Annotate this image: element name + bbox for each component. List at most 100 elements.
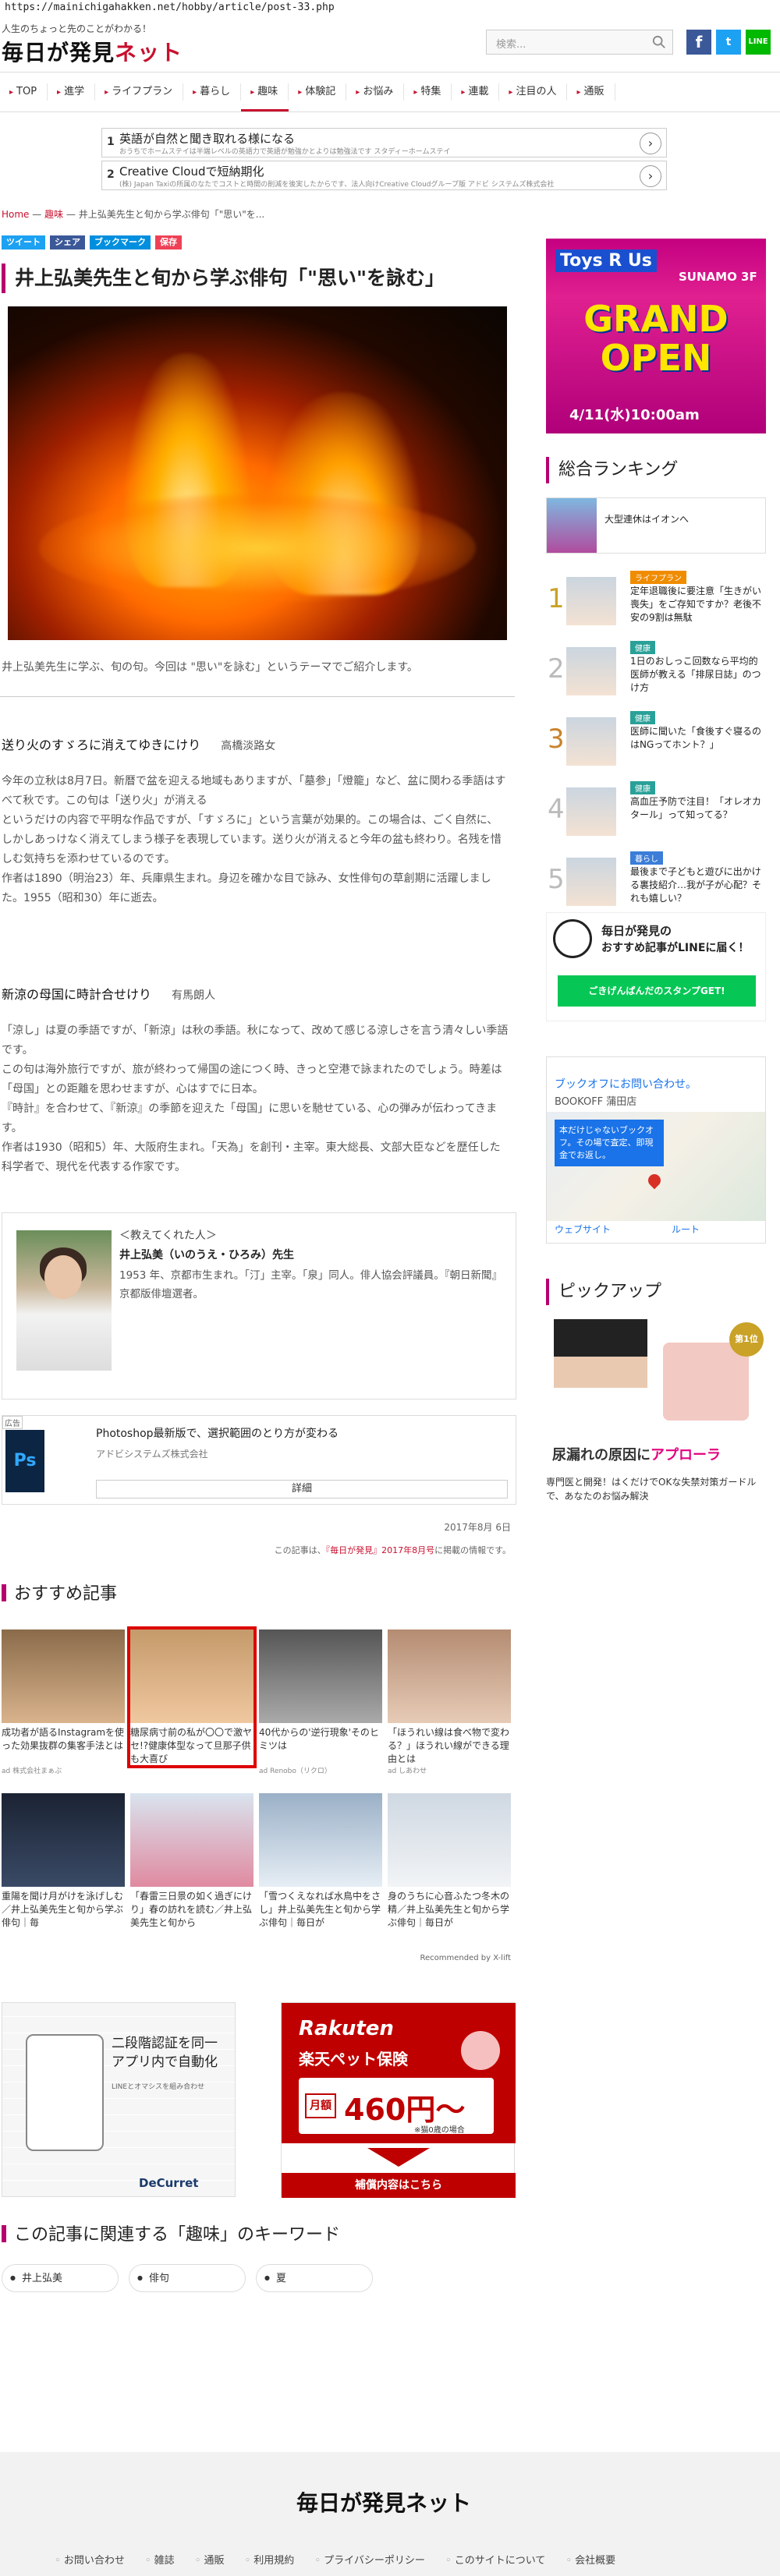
search-placeholder: 検索... <box>496 39 526 51</box>
keyword-tag[interactable]: 夏 <box>256 2264 373 2292</box>
hero-image-fire <box>8 306 507 640</box>
nav-item[interactable]: お悩み <box>346 73 405 111</box>
text-ad-1[interactable]: 1 英語が自然と聞き取れる様になる おうちでホームステイは半端レベルの英語力で英… <box>101 128 667 157</box>
haiku-2: 新涼の母国に時計合せけり 有馬朗人 <box>2 984 215 1003</box>
ranking-item[interactable]: 3 健康 医師に聞いた「食後すぐ寝るのはNGってホント？」 <box>546 709 766 778</box>
map-sub: BOOKOFF 蒲田店 <box>555 1096 637 1108</box>
ranking-item[interactable]: 1 ライフプラン 定年退職後に要注意「生きがい喪失」をご存知ですか？老後不安の9割は… <box>546 569 766 638</box>
ad-detail-button[interactable]: 詳細 <box>96 1480 508 1499</box>
recommend-thumbnail <box>388 1629 511 1723</box>
map-image[interactable]: 本だけじゃないブックオフ。その場で査定、即現金でお返し。 <box>547 1112 765 1221</box>
category-badge: 健康 <box>630 781 655 794</box>
decurret-ad[interactable]: 二段階認証を同一アプリ内で自動化 LINEとオマシスを組み合わせ DeCurre… <box>2 2002 236 2197</box>
author-photo <box>16 1230 112 1371</box>
photoshop-ad[interactable]: 広告 Ps Photoshop最新版で、選択範囲のとり方が変わる アドビシステム… <box>2 1415 516 1505</box>
recommend-text: 成功者が語るInstagramを使った効果抜群の集客手法とは <box>2 1727 125 1751</box>
line-banner[interactable]: 毎日が発見の おすすめ記事がLINEに届く！ ごきげんぱんだのスタンプGET! <box>546 912 766 1021</box>
recommend-thumbnail <box>130 1793 254 1887</box>
facebook-share-button[interactable]: シェア <box>50 235 85 249</box>
nav-item[interactable]: ライフプラン <box>95 73 184 111</box>
recommend-card[interactable]: 糖尿病寸前の私が〇〇で激ヤセ!?健康体型なって旦那子供も大喜び <box>127 1626 257 1768</box>
recommend-card[interactable]: 「ほうれい線は食べ物で変わる？」ほうれい線ができる理由とは ad しあわせ <box>388 1629 511 1775</box>
source-link[interactable]: 『毎日が発見』2017年8月号 <box>326 1545 435 1555</box>
ad-brand: Rakuten <box>299 2017 394 2040</box>
keyword-tag[interactable]: 俳句 <box>129 2264 246 2292</box>
recommend-card[interactable]: 成功者が語るInstagramを使った効果抜群の集客手法とは ad 株式会社まぁぶ <box>2 1629 125 1775</box>
ranking-number: 4 <box>548 794 565 825</box>
rank-badge: 第1位 <box>729 1322 764 1357</box>
nav-item[interactable]: 注目の人 <box>499 73 568 111</box>
rakuten-pet-ad[interactable]: Rakuten 楽天ペット保険 月額 460円〜 ※猫0歳の場合 補償内容はこち… <box>281 2002 516 2198</box>
article-date: 2017年8月 6日 <box>444 1522 511 1533</box>
category-badge: 暮らし <box>630 851 663 865</box>
recommend-card[interactable]: 身のうちに心音ふたつ冬木の精／井上弘美先生と旬から学ぶ俳句｜毎日が <box>388 1793 511 1929</box>
nav-item[interactable]: 連載 <box>452 73 500 111</box>
footer-link[interactable]: 会社概要 <box>566 2552 615 2567</box>
toysrus-ad[interactable]: Toys R Us SUNAMO 3F GRAND OPEN 4/11(水)10… <box>546 239 766 433</box>
footer-link[interactable]: プライバシーポリシー <box>314 2552 425 2567</box>
pickup-ad[interactable]: 第1位 尿漏れの原因にアプローラ <box>546 1319 766 1463</box>
logo-main: 毎日が発見 <box>2 40 115 65</box>
chevron-right-icon[interactable]: › <box>640 133 661 154</box>
ranking-item[interactable]: 4 健康 高血圧予防で注目！「オレオカタール」って知ってる？ <box>546 780 766 848</box>
footer-link[interactable]: このサイトについて <box>445 2552 546 2567</box>
hatena-bookmark-button[interactable]: ブックマーク <box>90 235 151 249</box>
breadcrumb-sep: — <box>66 209 76 220</box>
nav-item[interactable]: 通販 <box>567 73 615 111</box>
nav-item[interactable]: 趣味 <box>241 73 289 111</box>
pocket-button[interactable]: 保存 <box>155 235 182 249</box>
browser-url[interactable]: https://mainichigahakken.net/hobby/artic… <box>0 0 780 17</box>
nav-item[interactable]: 特集 <box>404 73 452 111</box>
recommend-thumbnail <box>2 1793 125 1887</box>
site-footer: 毎日が発見ネット お問い合わせ 雑誌 通販 利用規約 プライバシーポリシー このサイトにつ… <box>0 2452 780 2576</box>
logo-accent: ネット <box>115 40 183 65</box>
keyword-tag[interactable]: 井上弘美 <box>2 2264 119 2292</box>
facebook-icon[interactable]: f <box>686 30 711 55</box>
ranking-ad[interactable]: 大型連休はイオンへ <box>546 497 766 554</box>
ad-cta-button[interactable]: 補償内容はこちら <box>282 2173 516 2198</box>
footer-logo[interactable]: 毎日が発見ネット <box>296 2486 471 2518</box>
recommend-text: 身のうちに心音ふたつ冬木の精／井上弘美先生と旬から学ぶ俳句｜毎日が <box>388 1891 510 1928</box>
line-sub: おすすめ記事がLINEに届く！ <box>601 942 750 954</box>
bookoff-map-ad[interactable]: ブックオフにお問い合わせ。 BOOKOFF 蒲田店 本だけじゃないブックオフ。そ… <box>546 1056 766 1244</box>
recommend-card[interactable]: 「春雷三日景の如く過ぎにけり」春の訪れを読む／井上弘美先生と旬から <box>130 1793 254 1929</box>
global-nav: TOP進学ライフプラン暮らし趣味体験記お悩み特集連載注目の人通販 <box>0 72 780 112</box>
ad-sub: SUNAMO 3F <box>679 270 757 284</box>
article-title: 井上弘美先生と旬から学ぶ俳句「"思い"を詠む」 <box>2 264 516 293</box>
ad-title: 二段階認証を同一アプリ内で自動化 <box>112 2036 218 2070</box>
nav-item[interactable]: 暮らし <box>183 73 242 111</box>
recommend-card[interactable]: 40代からの'逆行現象'そのヒミツは ad Renobo（リクロ） <box>259 1629 382 1775</box>
line-stamp-button[interactable]: ごきげんぱんだのスタンプGET! <box>558 975 756 1007</box>
text-ad-2[interactable]: 2 Creative Cloudで短納期化 (株) Japan Taxiの所属の… <box>101 161 667 190</box>
phone-icon <box>26 2034 104 2151</box>
search-icon[interactable] <box>652 35 666 49</box>
footer-link[interactable]: お問い合わせ <box>55 2552 125 2567</box>
footer-link[interactable]: 利用規約 <box>244 2552 294 2567</box>
website-button[interactable]: ウェブサイト <box>555 1223 611 1236</box>
twitter-icon[interactable]: t <box>716 30 741 55</box>
author-bio: 1953 年、京都市生まれ。「汀」主宰。「泉」同人。俳人協会評議員。『朝日新聞』… <box>119 1269 498 1300</box>
breadcrumb-home[interactable]: Home <box>2 209 29 220</box>
tweet-button[interactable]: ツイート <box>2 235 45 249</box>
chevron-right-icon[interactable]: › <box>640 165 661 187</box>
ranking-item[interactable]: 2 健康 1日のおしっこ回数なら平均的医師が教える「排尿日誌」のつけ方 <box>546 639 766 708</box>
footer-link[interactable]: 雑誌 <box>145 2552 175 2567</box>
category-badge: 健康 <box>630 711 655 724</box>
source-pre: この記事は、 <box>274 1545 326 1555</box>
footer-link[interactable]: 通販 <box>195 2552 224 2567</box>
search-input[interactable]: 検索... <box>486 30 673 55</box>
recommend-title-text: おすすめ記事 <box>14 1584 118 1604</box>
site-logo[interactable]: 毎日が発見ネット <box>2 36 183 67</box>
pickup-photo <box>554 1319 647 1444</box>
recommend-card[interactable]: 「雪つくえなれば水鳥中をさし」井上弘美先生と旬から学ぶ俳句｜毎日が <box>259 1793 382 1929</box>
route-button[interactable]: ルート <box>672 1223 700 1236</box>
ad-title: Photoshop最新版で、選択範囲のとり方が変わる <box>96 1428 339 1440</box>
nav-item[interactable]: 体験記 <box>289 73 347 111</box>
recommend-card[interactable]: 重陽を聞け月がけを泳げしむ／井上弘美先生と旬から学ぶ俳句｜毎 <box>2 1793 125 1929</box>
ranking-item[interactable]: 5 暮らし 最後まで子どもと遊びに出かける裏技紹介…我が子が心配？それも嬉しい？ <box>546 850 766 918</box>
recommended-by: Recommended by X-lift <box>420 1954 512 1962</box>
nav-item[interactable]: 進学 <box>48 73 96 111</box>
line-icon[interactable]: LINE <box>746 30 771 55</box>
breadcrumb-category[interactable]: 趣味 <box>44 209 63 220</box>
nav-item[interactable]: TOP <box>0 73 48 111</box>
